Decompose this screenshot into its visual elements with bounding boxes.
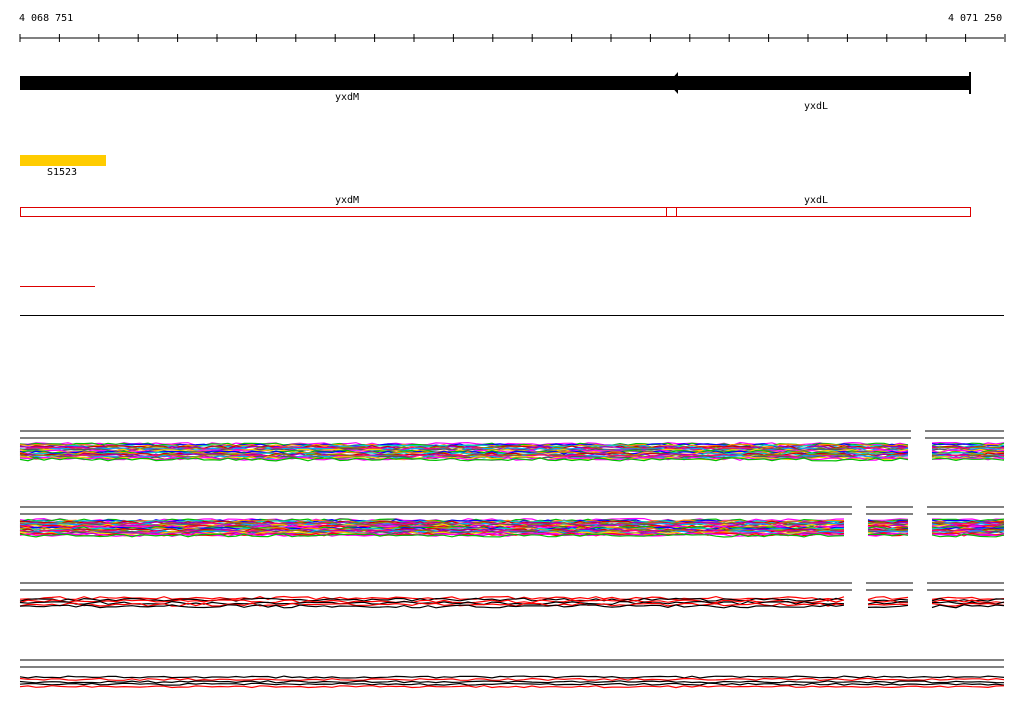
cds-box-yxdL[interactable] xyxy=(666,207,971,217)
expression-track-1[interactable] xyxy=(19,430,1005,462)
expression-profile-line xyxy=(19,675,1005,679)
expression-track-4[interactable] xyxy=(19,659,1005,689)
cds-box-yxdM[interactable] xyxy=(20,207,677,217)
genome-browser-canvas xyxy=(19,34,1006,689)
expression-profile-line xyxy=(19,677,1005,682)
gene-arrow-yxdM[interactable] xyxy=(20,72,678,94)
feature-bar-s1523[interactable] xyxy=(20,155,106,166)
gene-arrow-yxdL[interactable] xyxy=(676,72,971,94)
expression-track-3[interactable] xyxy=(19,582,1005,609)
expression-track-2[interactable] xyxy=(19,506,1005,538)
expression-profile-line xyxy=(19,682,1005,686)
coordinate-ruler xyxy=(19,34,1006,42)
expression-profile-line xyxy=(19,684,1005,689)
expression-profile-line xyxy=(19,680,1005,684)
expression-profile-line xyxy=(19,597,1005,602)
